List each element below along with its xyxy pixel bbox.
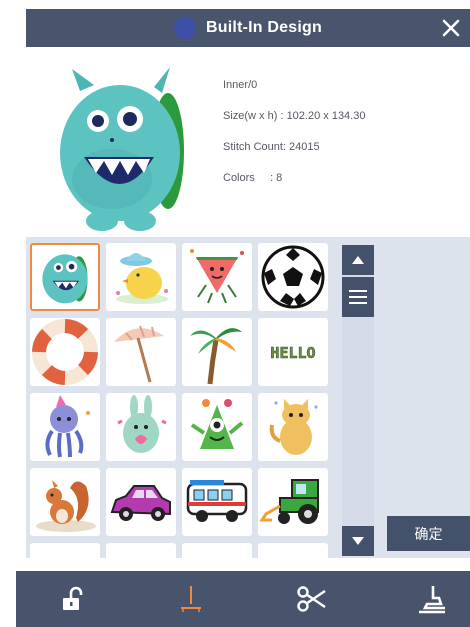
stitch-count: Stitch Count: 24015 [223, 141, 320, 153]
design-tile-hello-text[interactable]: HELLO [258, 318, 328, 386]
design-grid: HELLO [30, 243, 330, 558]
design-tile-watermelon[interactable] [182, 243, 252, 311]
octopus-icon [45, 395, 90, 458]
design-tile-tractor[interactable] [258, 468, 328, 536]
scroll-up-button[interactable] [342, 245, 374, 275]
soccer-ball-icon [261, 245, 325, 309]
scroll-down-button[interactable] [342, 526, 374, 556]
cat-icon [269, 399, 318, 455]
car-icon [110, 485, 171, 521]
dialog-title: Built-In Design [206, 19, 322, 36]
presser-foot-button[interactable] [412, 579, 452, 619]
title-bar: Built-In Design [26, 9, 470, 47]
watermelon-icon [190, 249, 244, 304]
design-picker-area: HELLO 确定 [26, 237, 470, 558]
design-tile-bus[interactable] [182, 468, 252, 536]
design-tile-life-ring[interactable] [30, 318, 100, 386]
color-count: Colors : 8 [223, 172, 283, 184]
monster-icon [42, 254, 88, 304]
close-icon [442, 19, 460, 37]
bus-icon [186, 480, 248, 522]
design-name: Inner/0 [223, 79, 258, 91]
unlock-button[interactable] [53, 579, 93, 619]
presser-foot-icon [419, 586, 445, 614]
chick-icon [116, 253, 168, 304]
close-button[interactable] [436, 13, 466, 43]
menu-icon [349, 290, 367, 304]
bottom-toolbar [16, 571, 470, 627]
design-tile-soccer-ball[interactable] [258, 243, 328, 311]
palm-tree-icon [190, 328, 242, 385]
design-tile-chick[interactable] [106, 243, 176, 311]
scissors-icon [297, 586, 326, 612]
hello-text-icon: HELLO [270, 344, 316, 363]
built-in-design-dialog: Built-In Design Inner/0 Size(w x h): 10… [26, 9, 470, 558]
design-tile-cat[interactable] [258, 393, 328, 461]
tractor-icon [259, 479, 319, 524]
design-preview-panel: Inner/0 Size(w x h) : 102.20 x 134.30 St… [26, 47, 470, 237]
design-tile-octopus[interactable] [30, 393, 100, 461]
rabbit-icon [117, 395, 167, 453]
scroll-thumb[interactable] [342, 277, 374, 317]
needle-icon [181, 586, 201, 612]
design-tile-green-monster[interactable] [182, 393, 252, 461]
sewing-logo-icon [174, 17, 197, 39]
design-grid-scrollbar[interactable] [342, 245, 374, 556]
confirm-button[interactable]: 确定 [387, 516, 470, 551]
thread-cut-button[interactable] [292, 579, 332, 619]
green-monster-icon [190, 399, 244, 449]
design-tile-palm-tree[interactable] [182, 318, 252, 386]
design-tile-rabbit[interactable] [106, 393, 176, 461]
life-ring-icon [32, 319, 98, 385]
design-tile-squirrel[interactable] [30, 468, 100, 536]
arrow-up-icon [352, 256, 364, 264]
beach-umbrella-icon [114, 325, 164, 383]
unlock-icon [63, 586, 83, 610]
squirrel-icon [36, 480, 96, 532]
design-tile-row5-3[interactable] [182, 543, 252, 558]
design-tile-beach-umbrella[interactable] [106, 318, 176, 386]
needle-button[interactable] [171, 579, 211, 619]
design-tile-car[interactable] [106, 468, 176, 536]
design-size: Size(w x h) : 102.20 x 134.30 [223, 110, 366, 122]
design-tile-row5-4[interactable] [258, 543, 328, 558]
design-tile-row5-2[interactable] [106, 543, 176, 558]
monster-preview-image [60, 67, 184, 231]
design-tile-monster[interactable] [30, 243, 100, 311]
arrow-down-icon [352, 537, 364, 545]
hello-text: HELLO [270, 344, 315, 362]
design-tile-row5-1[interactable] [30, 543, 100, 558]
